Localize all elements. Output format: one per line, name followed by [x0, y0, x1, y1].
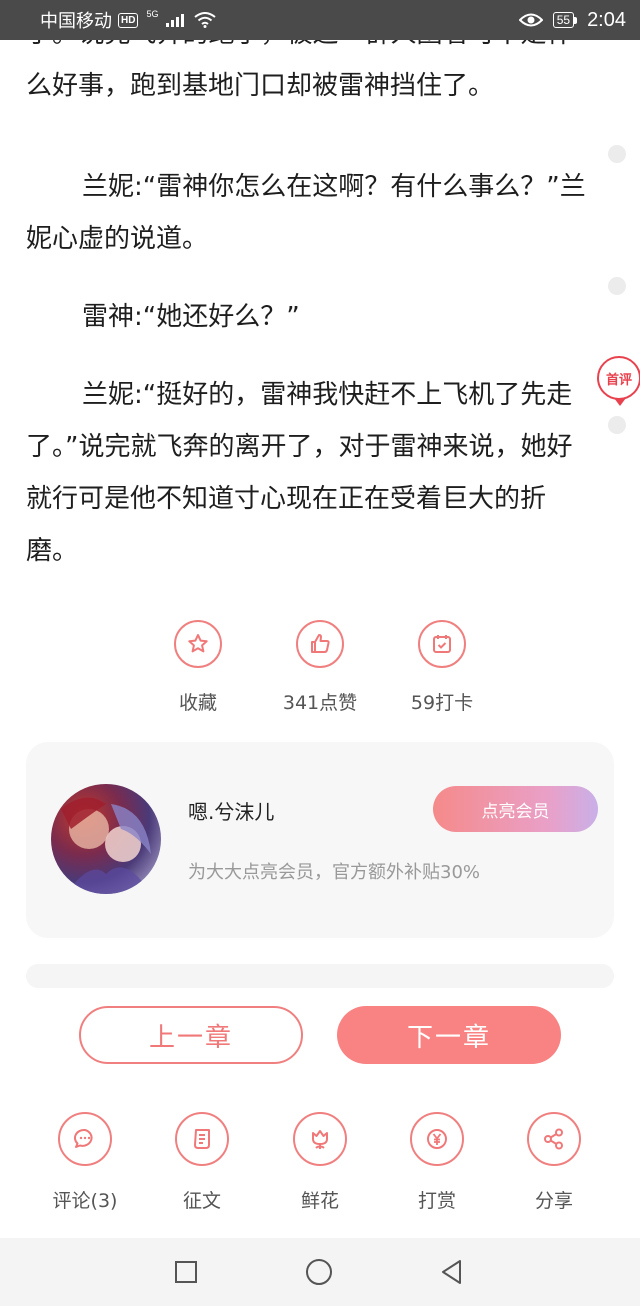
divider — [26, 964, 614, 988]
paragraph: 兰妮:“挺好的，雷神我快赶不上飞机了先走了。”说完就飞奔的离开了，对于雷神来说，… — [26, 380, 573, 566]
avatar[interactable] — [51, 784, 161, 894]
thumbs-up-icon — [296, 620, 344, 668]
square-icon — [175, 1261, 197, 1283]
favorite-button[interactable]: 收藏 — [138, 620, 258, 715]
checkin-count: 59打卡 — [410, 692, 474, 714]
circle-icon — [306, 1259, 332, 1285]
favorite-label: 收藏 — [178, 692, 217, 714]
hd-badge: HD — [118, 12, 139, 28]
next-chapter-button[interactable]: 下一章 — [337, 1006, 561, 1064]
essay-button[interactable]: 征文 — [147, 1112, 257, 1213]
flower-icon — [293, 1112, 347, 1166]
network-type: 5G — [146, 9, 159, 19]
first-comment-marker[interactable]: 首评 — [597, 356, 640, 406]
reward-label: 打赏 — [417, 1190, 456, 1212]
chapter-content: 了。”说完飞奔的跑了，被这一群人围着可不是什么好事，跑到基地门口却被雷神挡住了。… — [0, 40, 640, 580]
battery-indicator: 55 — [552, 12, 578, 28]
paragraph: 雷神:“她还好么？” — [82, 302, 300, 332]
like-count: 341点赞 — [282, 692, 358, 714]
paragraph-comment-dot[interactable] — [608, 416, 626, 434]
share-icon — [527, 1112, 581, 1166]
like-button[interactable]: 341点赞 — [260, 620, 380, 715]
paragraph-comment-dot[interactable] — [608, 277, 626, 295]
calendar-check-icon — [418, 620, 466, 668]
author-name: 嗯.兮沫儿 — [188, 800, 275, 824]
checkin-button[interactable]: 59打卡 — [382, 620, 502, 715]
carrier-name: 中国移动 — [40, 11, 112, 32]
recent-apps-button[interactable] — [172, 1258, 200, 1286]
flower-button[interactable]: 鲜花 — [265, 1112, 375, 1213]
paragraph: 兰妮:“雷神你怎么在这啊？有什么事么？”兰妮心虚的说道。 — [26, 172, 586, 254]
comment-button[interactable]: 评论(3) — [30, 1112, 140, 1213]
star-icon — [174, 620, 222, 668]
triangle-back-icon — [442, 1260, 461, 1284]
comment-icon — [58, 1112, 112, 1166]
comment-label: 评论(3) — [52, 1190, 118, 1212]
essay-label: 征文 — [182, 1190, 221, 1212]
member-card: 嗯.兮沫儿 点亮会员 为大大点亮会员，官方额外补贴30% — [26, 742, 614, 938]
flower-label: 鲜花 — [300, 1190, 339, 1212]
signal-icon — [166, 13, 185, 27]
share-button[interactable]: 分享 — [499, 1112, 609, 1213]
wifi-icon — [194, 12, 217, 28]
member-description: 为大大点亮会员，官方额外补贴30% — [188, 862, 481, 883]
scroll-icon — [175, 1112, 229, 1166]
paragraph: 了。”说完飞奔的跑了，被这一群人围着可不是什么好事，跑到基地门口却被雷神挡住了。 — [26, 40, 572, 101]
share-label: 分享 — [534, 1190, 573, 1212]
paragraph-comment-dot[interactable] — [608, 145, 626, 163]
reward-button[interactable]: 打赏 — [382, 1112, 492, 1213]
battery-level: 55 — [552, 12, 575, 28]
vip-button[interactable]: 点亮会员 — [433, 786, 598, 832]
prev-chapter-button[interactable]: 上一章 — [79, 1006, 303, 1064]
coin-icon — [410, 1112, 464, 1166]
home-button[interactable] — [305, 1258, 333, 1286]
system-nav-bar — [0, 1238, 640, 1306]
clock: 2:04 — [587, 8, 626, 31]
status-bar: 中国移动 HD 5G 55 2:04 — [0, 0, 640, 40]
back-button[interactable] — [438, 1258, 466, 1286]
eye-icon — [518, 13, 543, 27]
